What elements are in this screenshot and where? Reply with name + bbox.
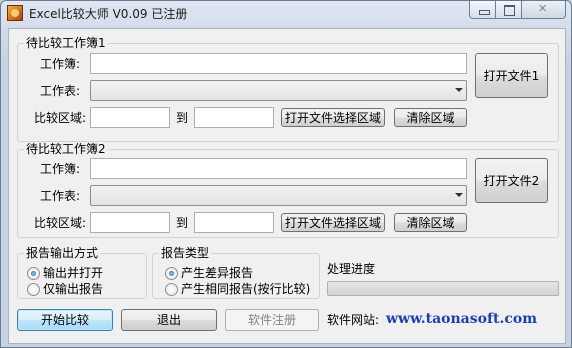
radio-unselected-icon: [27, 282, 40, 296]
radio-selected-icon: [165, 266, 178, 280]
minimize-button[interactable]: [469, 1, 496, 19]
workbook2-workbook-field[interactable]: [90, 158, 467, 179]
report-type-option-diff[interactable]: 产生差异报告: [165, 266, 253, 280]
register-button[interactable]: 软件注册: [225, 309, 319, 331]
workbook1-range-from-field[interactable]: [90, 107, 170, 128]
workbook2-sheet-select[interactable]: [90, 185, 467, 206]
open-file1-button[interactable]: 打开文件1: [475, 53, 548, 98]
workbook2-sheet-label: 工作表:: [40, 189, 81, 203]
report-output-option-label: 输出并打开: [43, 266, 104, 280]
workbook1-range-to-field[interactable]: [194, 107, 274, 128]
progress-bar: [327, 281, 559, 296]
workbook1-group-label: 待比较工作簿1: [24, 36, 108, 50]
report-output-option-label: 仅输出报告: [43, 282, 104, 296]
window-controls: [469, 1, 566, 20]
workbook1-group: 待比较工作簿1 工作簿: 工作表: 比较区域: 到 打开文件选择区域 清除区域 …: [17, 36, 559, 142]
workbook1-to-label: 到: [176, 111, 189, 125]
start-compare-button[interactable]: 开始比较: [17, 309, 113, 331]
workbook1-clear-range-button[interactable]: 清除区域: [394, 108, 467, 127]
radio-unselected-icon: [165, 282, 178, 296]
workbook2-group-label: 待比较工作簿2: [24, 142, 108, 156]
report-output-group-label: 报告输出方式: [24, 246, 101, 260]
report-type-option-same[interactable]: 产生相同报告(按行比较): [165, 282, 310, 296]
workbook2-range-from-field[interactable]: [90, 212, 170, 233]
close-button[interactable]: [522, 1, 566, 19]
exit-button[interactable]: 退出: [121, 309, 217, 331]
open-file2-button[interactable]: 打开文件2: [475, 158, 548, 203]
app-icon[interactable]: [7, 5, 23, 21]
workbook1-range-label: 比较区域:: [34, 111, 87, 125]
workbook2-workbook-label: 工作簿:: [40, 162, 81, 176]
window-title: Excel比较大师 V0.09 已注册: [29, 7, 188, 21]
chevron-down-icon: [455, 88, 463, 92]
report-output-option-open[interactable]: 输出并打开: [27, 266, 103, 280]
report-type-group-label: 报告类型: [159, 246, 212, 260]
workbook2-group: 待比较工作簿2 工作簿: 工作表: 比较区域: 到 打开文件选择区域 清除区域 …: [17, 142, 559, 238]
workbook1-open-select-range-button[interactable]: 打开文件选择区域: [281, 108, 385, 127]
report-output-group: 报告输出方式 输出并打开 仅输出报告: [17, 246, 147, 299]
title-bar: Excel比较大师 V0.09 已注册: [1, 1, 571, 25]
workbook1-sheet-select[interactable]: [90, 80, 467, 101]
workbook1-workbook-field[interactable]: [90, 53, 467, 74]
workbook1-workbook-label: 工作簿:: [40, 57, 81, 71]
workbook2-clear-range-button[interactable]: 清除区域: [394, 213, 467, 232]
progress-label: 处理进度: [327, 262, 376, 276]
report-output-option-only[interactable]: 仅输出报告: [27, 282, 103, 296]
report-type-group: 报告类型 产生差异报告 产生相同报告(按行比较): [152, 246, 320, 299]
website-label: 软件网站:: [327, 313, 380, 327]
report-type-option-label: 产生相同报告(按行比较): [181, 282, 311, 296]
website-link[interactable]: www.taonasoft.com: [386, 311, 537, 327]
workbook2-to-label: 到: [176, 216, 189, 230]
workbook2-range-to-field[interactable]: [194, 212, 274, 233]
workbook2-open-select-range-button[interactable]: 打开文件选择区域: [281, 213, 385, 232]
report-type-option-label: 产生差异报告: [181, 266, 254, 280]
chevron-down-icon: [455, 193, 463, 197]
workbook1-sheet-label: 工作表:: [40, 84, 81, 98]
radio-selected-icon: [27, 266, 40, 280]
client-area: 待比较工作簿1 工作簿: 工作表: 比较区域: 到 打开文件选择区域 清除区域 …: [8, 28, 566, 344]
app-window: Excel比较大师 V0.09 已注册 待比较工作簿1 工作簿: 工作表: 比较…: [0, 0, 572, 348]
maximize-button[interactable]: [496, 1, 522, 19]
workbook2-range-label: 比较区域:: [34, 216, 87, 230]
